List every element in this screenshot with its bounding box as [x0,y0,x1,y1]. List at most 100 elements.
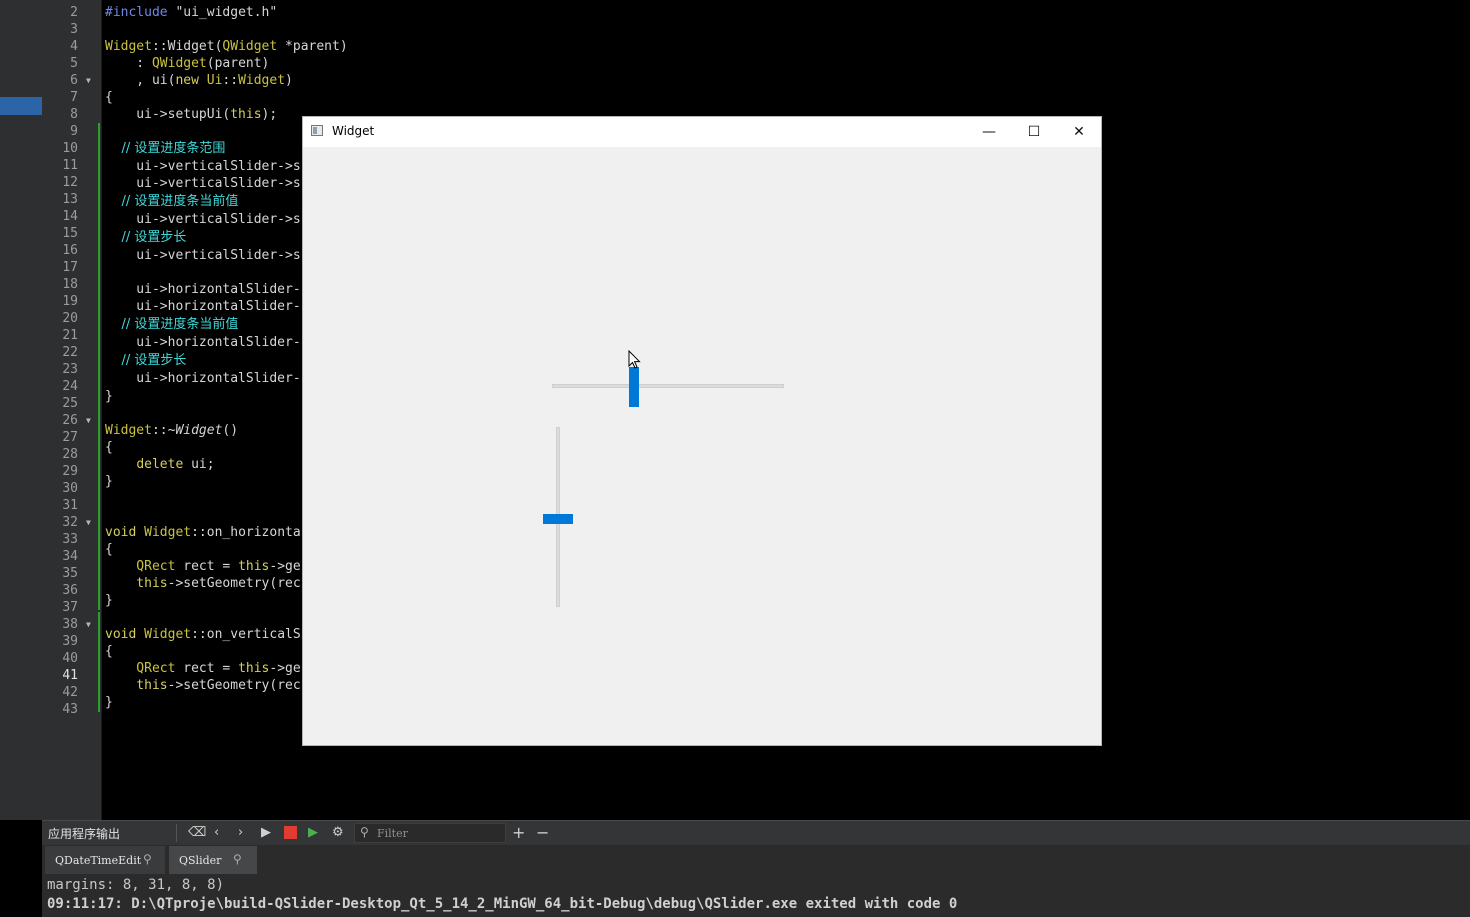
fold-arrow-icon[interactable]: ▼ [86,514,91,531]
fold-arrow-icon[interactable]: ▼ [86,616,91,633]
code-line: { [105,90,113,105]
line-number: 16 [62,243,78,258]
line-number: 11 [62,158,78,173]
line-number: 35 [62,566,78,581]
code-line: ui->verticalSlider->s [105,248,301,263]
minimize-icon: — [982,124,996,140]
app-icon [311,125,323,136]
line-number: 38 [62,617,78,632]
line-number: 7 [70,90,78,105]
toolbar-divider [176,824,177,842]
pin-icon[interactable]: ⚲ [143,852,152,866]
line-number: 43 [62,702,78,717]
line-number: 9 [70,124,78,139]
line-number: 41 [62,668,78,683]
clean-icon[interactable]: ⌫ [188,823,206,843]
line-number: 14 [62,209,78,224]
line-number: 18 [62,277,78,292]
code-line: delete ui; [136,457,215,472]
line-number: 34 [62,549,78,564]
line-number: 37 [62,600,78,615]
code-line: ui->verticalSlider->s [105,176,301,191]
pin-icon[interactable]: ⚲ [233,852,242,866]
close-button[interactable]: ✕ [1056,117,1102,147]
run-icon[interactable]: ▶ [261,823,271,843]
line-number: 27 [62,430,78,445]
code-line: this->setGeometry(rec [105,678,301,693]
vertical-slider-handle[interactable] [543,514,573,524]
line-number: 15 [62,226,78,241]
mouse-cursor-icon [628,350,641,369]
output-tabs: QDateTimeEdit ⚲ QSlider ⚲ [42,845,1470,876]
widget-window[interactable]: Widget — ☐ ✕ [302,116,1102,746]
fold-arrow-icon[interactable]: ▼ [86,412,91,429]
code-comment: // 设置进度条当前值 [105,317,239,332]
code-line: { [105,440,113,455]
line-number: 39 [62,634,78,649]
line-number: 3 [70,22,78,37]
code-line: { [105,542,113,557]
code-line: void Widget::on_verticalS [105,627,301,642]
window-titlebar[interactable]: Widget — ☐ ✕ [303,117,1101,147]
minimize-button[interactable]: — [966,117,1012,147]
previous-icon[interactable]: ‹ [214,823,219,843]
remove-icon[interactable]: − [536,823,549,843]
line-number-gutter: 2 3 4 5 6 ▼ 7 8 9 10 11 12 13 14 15 16 17 18 19 20 21 22 23 24 2… [42,0,102,820]
maximize-button[interactable]: ☐ [1011,117,1057,147]
mode-sidebar [0,0,42,820]
horizontal-slider-handle[interactable] [629,367,639,407]
tab-qslider[interactable]: QSlider ⚲ [169,846,257,874]
line-number: 6 [70,73,78,88]
search-icon: ⚲ [360,825,369,839]
line-number: 10 [62,141,78,156]
line-number: 31 [62,498,78,513]
maximize-icon: ☐ [1027,124,1041,140]
code-line: ui->horizontalSlider- [105,299,301,314]
code-line: , ui(new Ui::Widget) [105,73,293,88]
code-line: QRect rect = this->ge [105,661,301,676]
output-pane-title[interactable]: 应用程序输出 [48,825,120,842]
line-number: 21 [62,328,78,343]
line-number: 19 [62,294,78,309]
next-icon[interactable]: › [238,823,243,843]
fold-arrow-icon[interactable]: ▼ [86,72,91,89]
line-number: 26 [62,413,78,428]
code-line: } [105,695,113,710]
close-icon: ✕ [1073,124,1085,140]
line-number: 13 [62,192,78,207]
filter-input[interactable]: ⚲ Filter [354,823,506,843]
code-line: ui->horizontalSlider- [105,371,301,386]
code-line: #include "ui_widget.h" [105,5,278,20]
tab-qdatetimeedit[interactable]: QDateTimeEdit ⚲ [45,846,165,874]
log-line: margins: 8, 31, 8, 8) [47,877,225,893]
code-comment: // 设置步长 [105,230,187,245]
line-number: 42 [62,685,78,700]
line-number: 22 [62,345,78,360]
mode-selected-indicator[interactable] [0,97,42,115]
debug-run-icon[interactable]: ▶ [308,823,318,843]
code-line: : QWidget(parent) [105,56,270,71]
line-number: 33 [62,532,78,547]
code-line: } [105,474,113,489]
line-number: 23 [62,362,78,377]
line-number: 8 [70,107,78,122]
line-number: 36 [62,583,78,598]
line-number: 20 [62,311,78,326]
change-marker [98,123,100,525]
horizontal-slider-groove[interactable] [552,384,784,388]
line-number: 29 [62,464,78,479]
line-number: 25 [62,396,78,411]
code-line: } [105,389,113,404]
add-icon[interactable]: + [512,823,525,843]
code-line: ui->horizontalSlider- [105,282,301,297]
line-number: 2 [70,5,78,20]
line-number: 4 [70,39,78,54]
line-number: 5 [70,56,78,71]
code-line: Widget::Widget(QWidget *parent) [105,39,348,54]
output-log[interactable]: margins: 8, 31, 8, 8) 09:11:17: D:\QTpro… [42,875,1470,917]
stop-icon[interactable] [284,826,297,839]
code-line: ui->setupUi(this); [105,107,278,122]
code-line: void Widget::on_horizonta [105,525,301,540]
settings-icon[interactable]: ⚙ [332,823,344,843]
code-line: QRect rect = this->ge [105,559,301,574]
